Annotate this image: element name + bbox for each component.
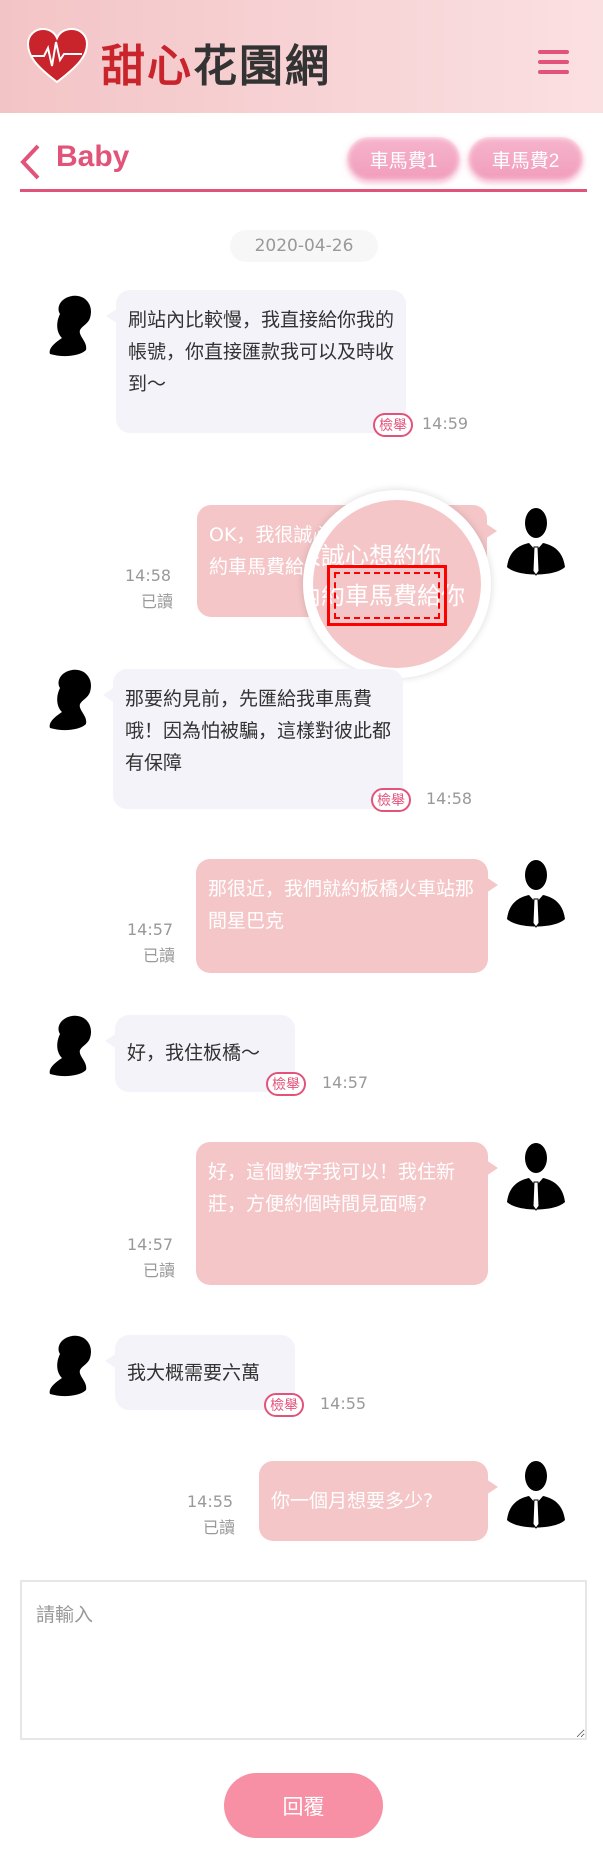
date-pill: 2020-04-26: [230, 230, 378, 262]
reply-button[interactable]: 回覆: [224, 1773, 383, 1838]
report-button[interactable]: 檢舉: [264, 1393, 304, 1417]
top-header: 甜心花園網: [0, 0, 603, 113]
her-avatar[interactable]: [42, 1332, 104, 1408]
logo-text-red: 甜心: [101, 41, 193, 92]
message-time: 14:57: [127, 1235, 174, 1254]
message-time: 14:55: [320, 1394, 367, 1413]
hamburger-menu-icon[interactable]: [538, 50, 569, 76]
her-avatar[interactable]: [42, 666, 104, 742]
travel-fee-1-button[interactable]: 車馬費1: [347, 137, 460, 181]
my-avatar[interactable]: [505, 505, 567, 581]
message-bubble-received: 那要約見前，先匯給我車馬費哦！因為怕被騙，這樣對彼此都有保障: [103, 669, 403, 809]
message-time: 14:58: [125, 566, 172, 585]
her-avatar[interactable]: [42, 292, 104, 368]
report-button[interactable]: 檢舉: [266, 1072, 306, 1096]
message-time: 14:58: [426, 789, 473, 808]
my-avatar[interactable]: [505, 857, 567, 933]
message-bubble-sent: 好，這個數字我可以！我住新莊，方便約個時間見面嗎?: [196, 1142, 498, 1285]
logo-text-dark: 花園網: [193, 41, 331, 92]
message-bubble-received: 刷站內比較慢，我直接給你我的帳號，你直接匯款我可以及時收到～: [106, 290, 406, 433]
travel-fee-2-button[interactable]: 車馬費2: [468, 137, 583, 181]
message-time: 14:59: [422, 414, 469, 433]
message-bubble-sent: 那很近，我們就約板橋火車站那間星巴克: [196, 859, 498, 973]
message-time: 14:57: [127, 920, 174, 939]
read-status: 已讀: [142, 1261, 175, 1280]
message-bubble-sent: 你一個月想要多少?: [259, 1461, 498, 1541]
back-chevron-icon[interactable]: [18, 143, 42, 181]
report-button[interactable]: 檢舉: [371, 788, 411, 812]
heart-logo-icon: [26, 28, 89, 84]
chat-partner-name: Baby: [56, 140, 130, 173]
message-input[interactable]: [20, 1580, 587, 1740]
her-avatar[interactable]: [42, 1012, 104, 1088]
message-time: 14:55: [187, 1492, 234, 1511]
report-button[interactable]: 檢舉: [373, 413, 413, 437]
site-logo[interactable]: 甜心花園網: [101, 30, 331, 94]
my-avatar[interactable]: [505, 1458, 567, 1534]
my-avatar[interactable]: [505, 1140, 567, 1216]
header-divider: [20, 189, 587, 192]
message-time: 14:57: [322, 1073, 369, 1092]
read-status: 已讀: [140, 592, 173, 611]
read-status: 已讀: [142, 946, 175, 965]
highlight-box: [327, 565, 447, 626]
read-status: 已讀: [202, 1518, 235, 1537]
